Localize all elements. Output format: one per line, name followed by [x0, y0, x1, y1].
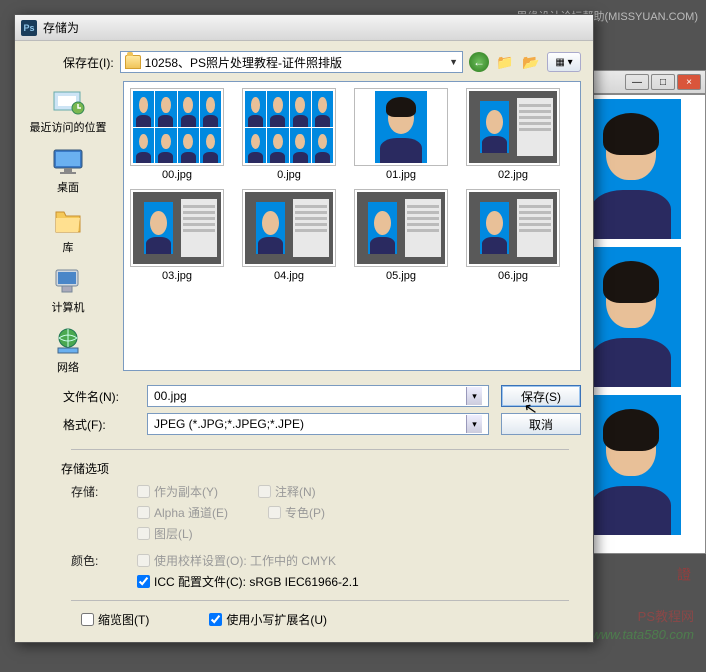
file-thumbnail[interactable]: 06.jpg [466, 189, 560, 282]
background-document-window: — □ × [576, 70, 706, 570]
save-subheading: 存储: [71, 483, 127, 542]
thumbnail-label: 06.jpg [498, 270, 528, 282]
checkbox-proof-setup: 使用校样设置(O): 工作中的 CMYK [137, 552, 569, 569]
save-as-dialog: Ps 存储为 保存在(I): 10258、PS照片处理教程-证件照排版 ▼ ← … [14, 14, 594, 643]
thumbnail-image [354, 88, 448, 166]
sidebar-item-libraries[interactable]: 库 [50, 205, 86, 255]
file-thumbnail[interactable]: 00.jpg [130, 88, 224, 181]
checkbox-icc-profile[interactable]: ICC 配置文件(C): sRGB IEC61966-2.1 [137, 573, 569, 590]
cursor-icon: ↖ [522, 398, 539, 420]
maximize-button[interactable]: □ [651, 74, 675, 90]
id-photo-preview [581, 395, 681, 535]
dialog-title: 存储为 [43, 19, 79, 36]
thumbnail-label: 02.jpg [498, 169, 528, 181]
chevron-down-icon[interactable]: ▾ [466, 387, 482, 405]
up-one-level-button[interactable]: 📁 [495, 52, 515, 72]
thumbnail-image [242, 88, 336, 166]
sidebar-item-network[interactable]: 网络 [50, 325, 86, 375]
thumbnail-image [466, 189, 560, 267]
file-browser[interactable]: 00.jpg 0.jpg 01.jpg 02.jpg 03.jpg 04.jpg 05.jp… [123, 81, 581, 371]
thumbnail-image [130, 189, 224, 267]
checkbox-alpha: Alpha 通道(E) [137, 504, 228, 521]
sidebar-item-computer[interactable]: 计算机 [50, 265, 86, 315]
background-canvas [576, 94, 706, 554]
filename-input[interactable]: 00.jpg ▾ [147, 385, 489, 407]
places-sidebar: 最近访问的位置 桌面 库 计算机 网络 [23, 81, 113, 375]
file-thumbnail[interactable]: 0.jpg [242, 88, 336, 181]
checkbox-annotations: 注释(N) [258, 483, 316, 500]
file-thumbnail[interactable]: 02.jpg [466, 88, 560, 181]
photoshop-icon: Ps [21, 20, 37, 36]
file-thumbnail[interactable]: 04.jpg [242, 189, 336, 282]
thumbnail-label: 01.jpg [386, 169, 416, 181]
checkbox-as-copy: 作为副本(Y) [137, 483, 218, 500]
id-photo-preview [581, 247, 681, 387]
thumbnail-image [242, 189, 336, 267]
file-thumbnail[interactable]: 01.jpg [354, 88, 448, 181]
checkbox-spot: 专色(P) [268, 504, 325, 521]
background-window-controls: — □ × [576, 70, 706, 94]
color-subheading: 颜色: [71, 552, 127, 590]
back-button[interactable]: ← [469, 52, 489, 72]
format-label: 格式(F): [63, 416, 135, 433]
format-select[interactable]: JPEG (*.JPG;*.JPEG;*.JPE) ▾ [147, 413, 489, 435]
file-thumbnail[interactable]: 03.jpg [130, 189, 224, 282]
thumbnail-image [354, 189, 448, 267]
minimize-button[interactable]: — [625, 74, 649, 90]
folder-location-combo[interactable]: 10258、PS照片处理教程-证件照排版 ▼ [120, 51, 463, 73]
thumbnail-label: 05.jpg [386, 270, 416, 282]
folder-icon [125, 55, 141, 69]
watermark-bottom: 證 PS教程网 www.tata580.com [591, 544, 694, 642]
file-thumbnail[interactable]: 05.jpg [354, 189, 448, 282]
new-folder-button[interactable]: 📂 [521, 52, 541, 72]
thumbnail-image [466, 88, 560, 166]
sidebar-item-recent[interactable]: 最近访问的位置 [30, 85, 107, 135]
folder-name: 10258、PS照片处理教程-证件照排版 [145, 54, 342, 71]
chevron-down-icon[interactable]: ▼ [449, 57, 458, 67]
save-options-heading: 存储选项 [61, 460, 569, 477]
checkbox-lowercase-ext[interactable]: 使用小写扩展名(U) [209, 611, 327, 628]
close-button[interactable]: × [677, 74, 701, 90]
cancel-button[interactable]: 取消 [501, 413, 581, 435]
checkbox-layers: 图层(L) [137, 525, 193, 542]
dialog-title-bar[interactable]: Ps 存储为 [15, 15, 593, 41]
save-button[interactable]: 保存(S) [501, 385, 581, 407]
thumbnail-label: 03.jpg [162, 270, 192, 282]
thumbnail-label: 0.jpg [277, 169, 301, 181]
chevron-down-icon[interactable]: ▾ [466, 415, 482, 433]
save-in-label: 保存在(I): [63, 54, 114, 71]
thumbnail-image [130, 88, 224, 166]
filename-label: 文件名(N): [63, 388, 135, 405]
view-menu-button[interactable]: ▦ ▾ [547, 52, 581, 72]
sidebar-item-desktop[interactable]: 桌面 [50, 145, 86, 195]
thumbnail-label: 00.jpg [162, 169, 192, 181]
thumbnail-label: 04.jpg [274, 270, 304, 282]
checkbox-thumbnail[interactable]: 缩览图(T) [81, 611, 149, 628]
id-photo-preview [581, 99, 681, 239]
